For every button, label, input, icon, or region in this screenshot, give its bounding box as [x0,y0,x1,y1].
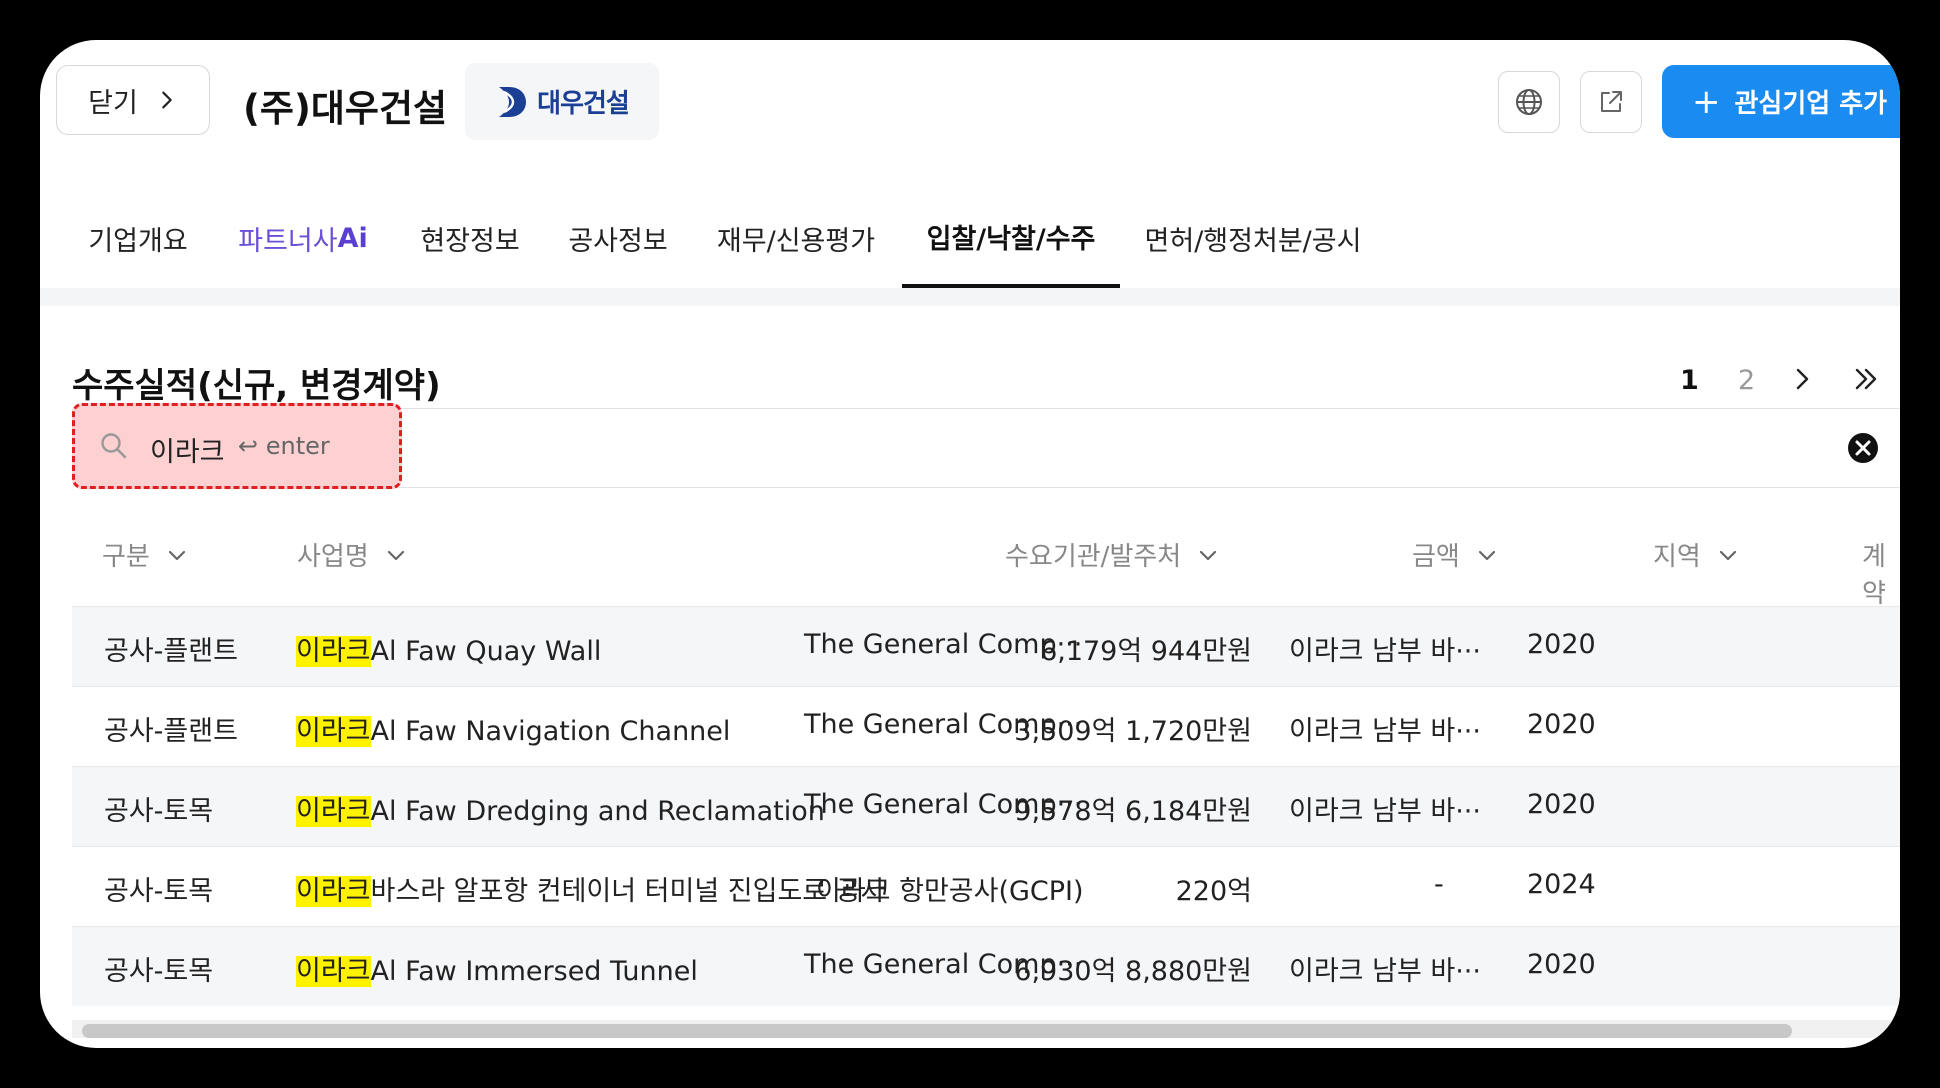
search-match-highlight: 이라크 [296,636,371,667]
cell-contract-date: 2020 [1527,789,1596,820]
chevron-right-icon[interactable] [1786,362,1820,396]
cell-project-name: 이라크Al Faw Quay Wall [296,636,602,667]
cell-region: - [1434,869,1444,900]
search-match-highlight: 이라크 [296,796,371,827]
column-header-contract[interactable]: 계약 [1862,536,1900,610]
page-1-button[interactable]: 1 [1680,365,1699,396]
chevron-down-icon [1200,550,1217,560]
cell-contract-date: 2020 [1527,709,1596,740]
table-row[interactable]: 공사-플랜트 이라크Al Faw Navigation Channel The … [72,686,1900,766]
cell-region: 이라크 남부 바··· [1289,716,1481,747]
globe-button[interactable] [1498,71,1560,133]
plus-icon: + [1692,81,1721,122]
table-row[interactable]: 공사-토목 이라크바스라 알포항 컨테이너 터미널 진입도로 공사 이라크 항만… [72,846,1900,926]
search-match-highlight: 이라크 [296,956,371,987]
globe-icon [1516,89,1542,115]
cell-type: 공사-플랜트 [104,716,238,747]
column-header-type[interactable]: 구분 [102,536,188,573]
cell-amount: 3,509억 1,720만원 [1014,716,1252,747]
table-row[interactable]: 공사-토목 이라크Al Faw Immersed Tunnel The Gene… [72,926,1900,1006]
cell-type: 공사-토목 [104,796,214,827]
chevron-down-icon [387,550,404,560]
tab-site-info[interactable]: 현장정보 [420,188,520,288]
external-link-icon [1601,91,1622,112]
double-chevron-right-icon[interactable] [1850,362,1884,396]
cell-amount: 220억 [1175,876,1252,907]
cell-type: 공사-플랜트 [104,636,238,667]
device-frame: 닫기 (주)대우건설 대우건설 + 관심기업 추가 기업개요 파트너사 Ai 현… [0,0,1940,1088]
cell-region: 이라크 남부 바··· [1289,956,1481,987]
search-icon [101,433,127,459]
chevron-down-icon [1719,550,1736,560]
tab-bar: 기업개요 파트너사 Ai 현장정보 공사정보 재무/신용평가 입찰/낙찰/수주 면… [40,188,1900,288]
company-name: (주)대우건설 [243,87,448,130]
tab-partner-ai[interactable]: 파트너사 Ai [232,188,374,288]
app-screen: 닫기 (주)대우건설 대우건설 + 관심기업 추가 기업개요 파트너사 Ai 현… [40,40,1900,1048]
cell-contract-date: 2020 [1527,629,1596,660]
cell-project-name: 이라크Al Faw Dredging and Reclamation [296,796,825,827]
chevron-right-icon [162,91,172,109]
cell-amount: 9,578억 6,184만원 [1014,796,1252,827]
external-link-button[interactable] [1580,71,1642,133]
horizontal-scrollbar-thumb[interactable] [82,1024,1792,1038]
cell-project-name: 이라크Al Faw Navigation Channel [296,716,731,747]
search-match-highlight: 이라크 [296,716,371,747]
cell-amount: 6,179억 944만원 [1040,636,1252,667]
column-header-amount[interactable]: 금액 [1412,536,1498,573]
enter-hint: ↩ enter [238,432,330,460]
tab-finance-credit[interactable]: 재무/신용평가 [716,188,876,288]
clear-search-icon[interactable] [1846,431,1880,465]
company-logo: 대우건설 [465,63,659,140]
cell-type: 공사-토목 [104,876,214,907]
cell-project-name: 이라크Al Faw Immersed Tunnel [296,956,698,987]
chevron-down-icon [1478,550,1495,560]
add-watchlist-button[interactable]: + 관심기업 추가 [1662,65,1900,138]
cell-project-name: 이라크바스라 알포항 컨테이너 터미널 진입도로 공사 [296,876,886,907]
tab-construction-info[interactable]: 공사정보 [568,188,668,288]
cell-contract-date: 2024 [1527,869,1596,900]
divider [40,288,1900,306]
logo-text: 대우건설 [537,89,630,119]
section-title: 수주실적(신규, 변경계약) [72,366,441,406]
add-watchlist-label: 관심기업 추가 [1734,89,1888,119]
cell-type: 공사-토목 [104,956,214,987]
column-header-client[interactable]: 수요기관/발주처 [1005,536,1219,573]
close-button[interactable]: 닫기 [56,65,210,135]
chevron-down-icon [168,550,185,560]
column-header-project-name[interactable]: 사업명 [297,536,407,573]
search-input[interactable]: 이라크 [150,430,225,469]
cell-amount: 6,930억 8,880만원 [1014,956,1252,987]
cell-region: 이라크 남부 바··· [1289,636,1481,667]
search-match-highlight: 이라크 [296,876,371,907]
cell-region: 이라크 남부 바··· [1289,796,1481,827]
tab-company-overview[interactable]: 기업개요 [88,188,188,288]
table-row[interactable]: 공사-플랜트 이라크Al Faw Quay Wall The General C… [72,606,1900,686]
page-2-button[interactable]: 2 [1738,365,1755,396]
table-row[interactable]: 공사-토목 이라크Al Faw Dredging and Reclamation… [72,766,1900,846]
cell-contract-date: 2020 [1527,949,1596,980]
tab-license-sanction-disclosure[interactable]: 면허/행정처분/공시 [1142,188,1364,288]
column-header-region[interactable]: 지역 [1653,536,1739,573]
daewoo-logo-icon [499,86,527,117]
close-label: 닫기 [88,87,138,119]
tab-bid-award-order[interactable]: 입찰/낙찰/수주 [902,188,1120,288]
